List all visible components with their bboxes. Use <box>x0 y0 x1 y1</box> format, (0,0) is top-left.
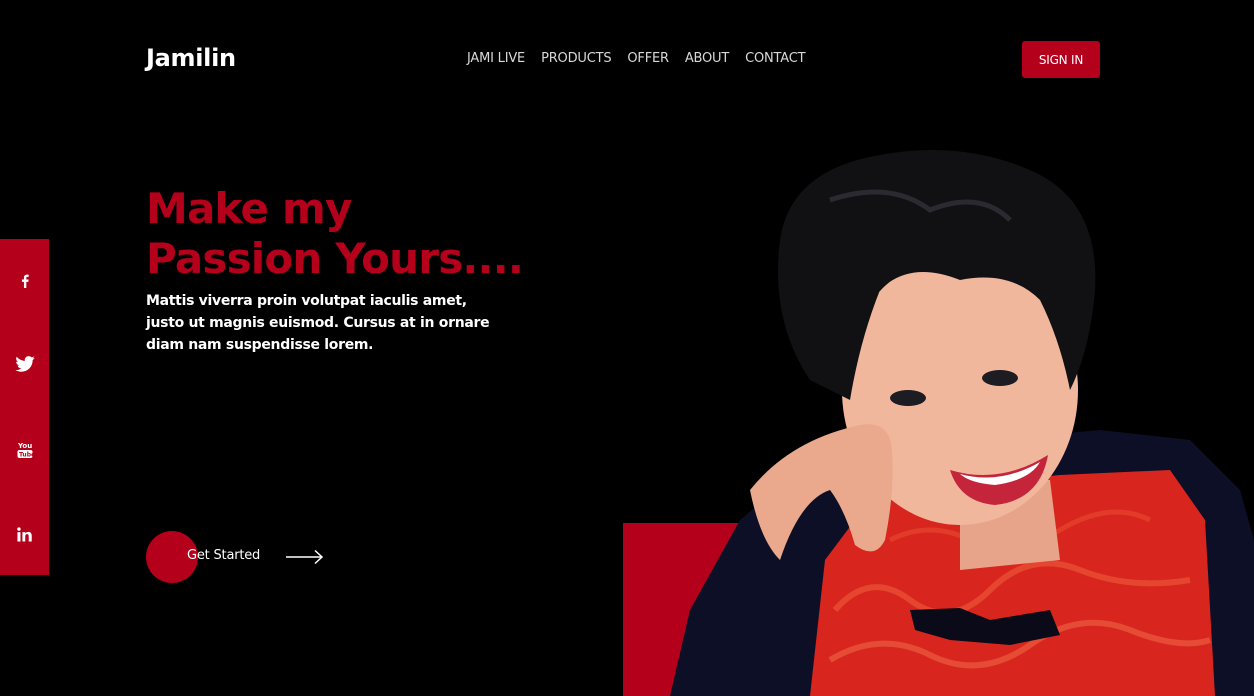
arrow-right-icon <box>286 549 324 565</box>
hero-headline-line-2: Passion Yours.... <box>146 234 524 283</box>
twitter-link[interactable] <box>0 349 49 379</box>
nav-item-jami-live[interactable]: JAMI LIVE <box>467 51 525 66</box>
linkedin-icon <box>17 526 32 542</box>
linkedin-link[interactable] <box>0 519 49 549</box>
hero-description: Mattis viverra proin volutpat iaculis am… <box>146 293 490 353</box>
hero-headline: Make my Passion Yours.... <box>146 184 546 284</box>
nav-item-about[interactable]: ABOUT <box>685 51 729 66</box>
sign-in-button[interactable]: SIGN IN <box>1022 41 1100 78</box>
svg-text:Tube: Tube <box>19 452 33 459</box>
nav-item-contact[interactable]: CONTACT <box>745 51 805 66</box>
twitter-icon <box>14 356 35 372</box>
facebook-link[interactable] <box>0 266 49 296</box>
nav-item-offer[interactable]: OFFER <box>627 51 669 66</box>
main-nav: JAMI LIVE PRODUCTS OFFER ABOUT CONTACT <box>467 51 806 66</box>
facebook-icon <box>21 274 29 288</box>
youtube-icon: You Tube <box>17 442 33 459</box>
hero-headline-line-1: Make my <box>146 184 352 233</box>
hero-portrait-image <box>670 150 1254 696</box>
nav-item-products[interactable]: PRODUCTS <box>541 51 612 66</box>
social-sidebar: You Tube <box>0 239 49 575</box>
get-started-button[interactable]: Get Started <box>146 531 336 583</box>
svg-text:You: You <box>17 442 32 450</box>
cta-label: Get Started <box>187 548 261 563</box>
youtube-link[interactable]: You Tube <box>0 435 49 465</box>
site-logo[interactable]: Jamilin <box>146 44 236 72</box>
